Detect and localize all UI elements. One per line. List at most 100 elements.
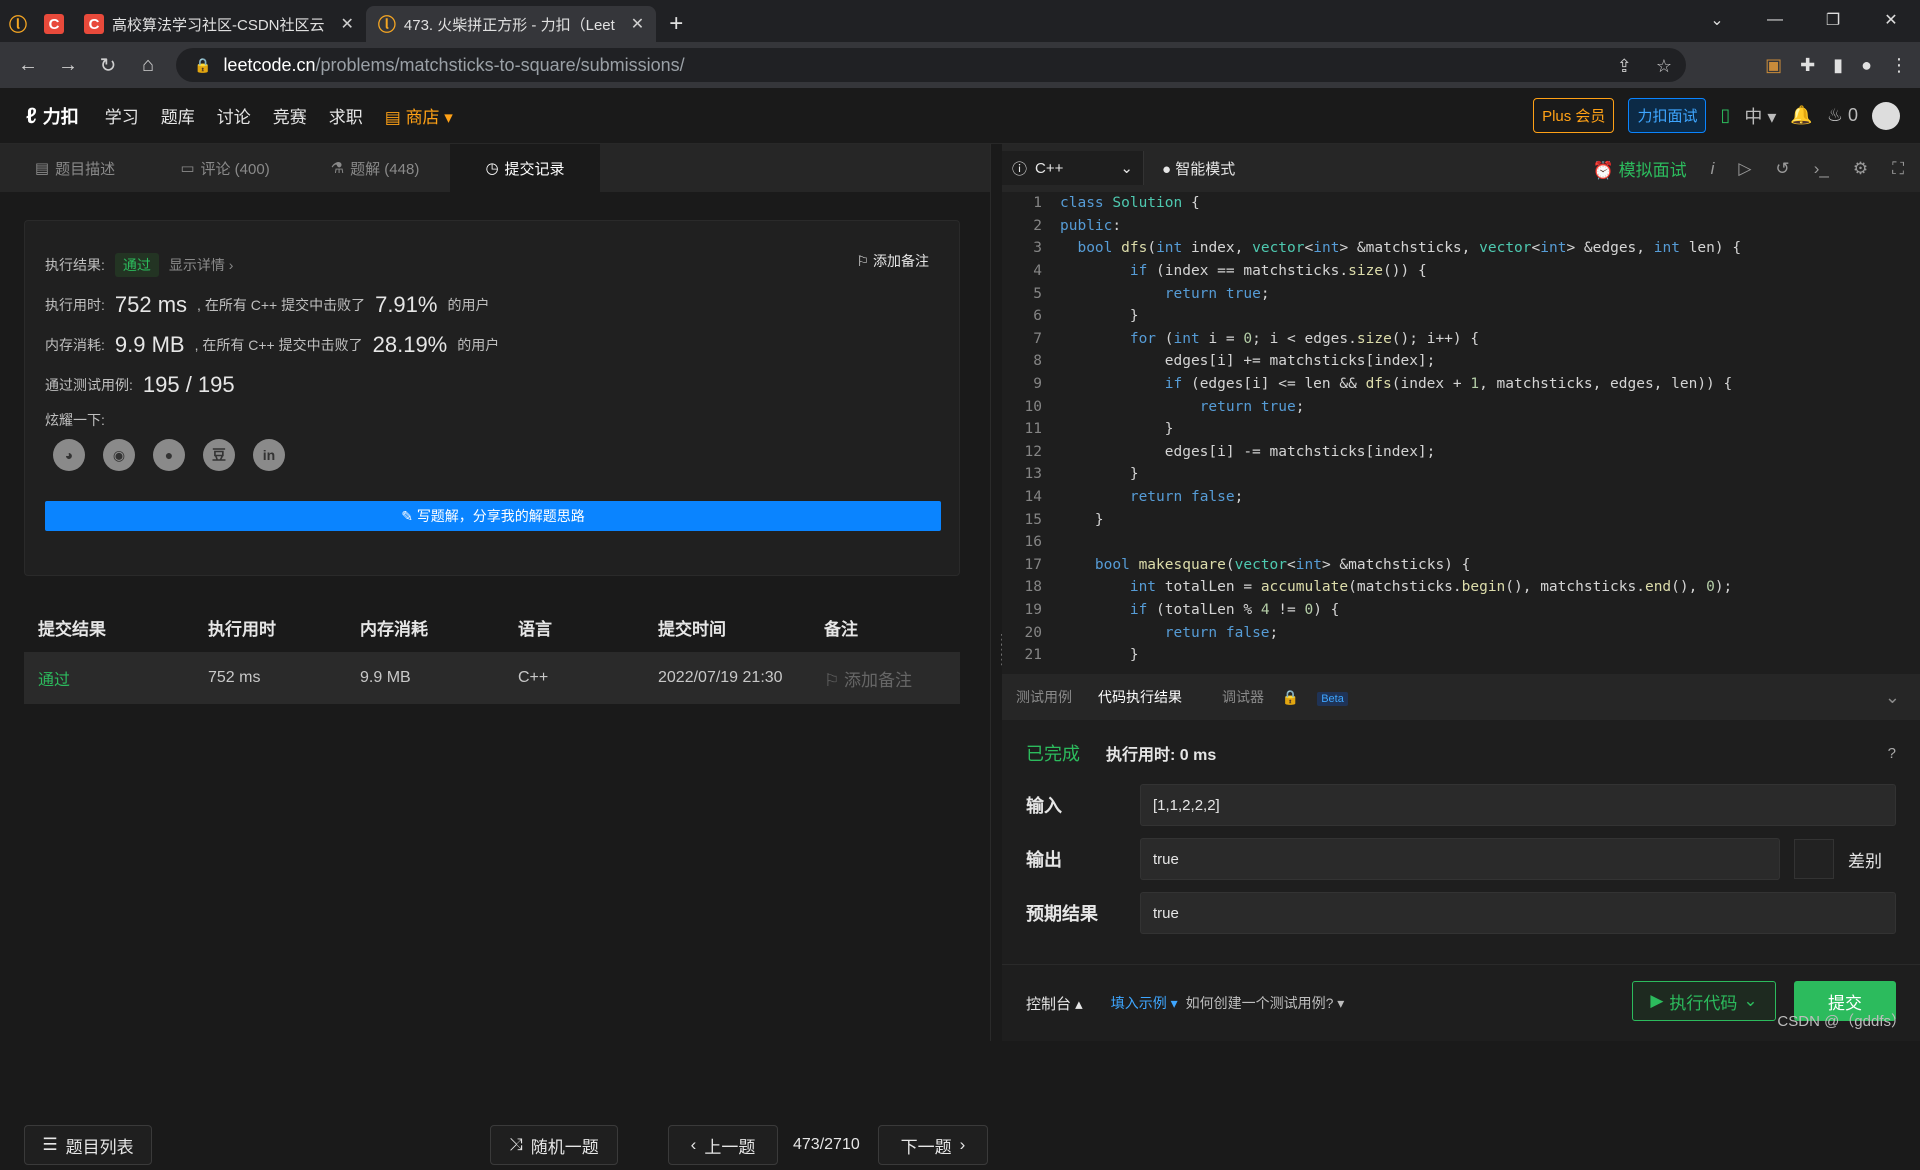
submission-result[interactable]: 通过 [24, 666, 208, 690]
interview-button[interactable]: 力扣面试 [1628, 98, 1707, 133]
terminal-icon[interactable]: ›_ [1814, 159, 1829, 179]
avatar[interactable] [1872, 101, 1900, 130]
nav-link-learn[interactable]: 学习 [105, 103, 139, 128]
mock-interview-button[interactable]: ⏰ 模拟面试 [1593, 156, 1687, 181]
code-line[interactable]: 18 int totalLen = accumulate(matchsticks… [1002, 576, 1920, 599]
bell-icon[interactable]: 🔔 [1790, 105, 1812, 126]
code-line[interactable]: 12 edges[i] -= matchsticks[index]; [1002, 441, 1920, 464]
chevron-down-icon[interactable]: ⌄ [1688, 10, 1746, 30]
code-line[interactable]: 14 return false; [1002, 486, 1920, 509]
close-window-button[interactable]: ✕ [1862, 10, 1920, 30]
write-solution-button[interactable]: ✎ 写题解，分享我的解题思路 [45, 501, 941, 531]
table-row[interactable]: 通过 752 ms 9.9 MB C++ 2022/07/19 21:30 ⚐ … [24, 652, 960, 704]
code-line[interactable]: 5 return true; [1002, 282, 1920, 305]
site-logo[interactable]: ℓ 力扣 [26, 103, 79, 129]
console-toggle[interactable]: 控制台 ▴ [1026, 993, 1083, 1014]
code-line[interactable]: 21 } [1002, 644, 1920, 667]
share-icon[interactable]: ⇪ [1617, 56, 1632, 77]
settings-icon[interactable]: ⚙ [1853, 159, 1868, 179]
qq-icon[interactable]: ● [153, 439, 185, 471]
linkedin-icon[interactable]: in [253, 439, 285, 471]
home-button[interactable]: ⌂ [128, 54, 168, 77]
close-icon[interactable]: ✕ [341, 14, 354, 34]
nav-link-store[interactable]: ▤ 商店 ▾ [385, 103, 453, 128]
code-line[interactable]: 7 for (int i = 0; i < edges.size(); i++)… [1002, 328, 1920, 351]
tab-description[interactable]: ▤ 题目描述 [0, 144, 150, 192]
italic-info-icon[interactable]: i [1711, 159, 1715, 179]
prev-problem-button[interactable]: ‹ 上一题 [668, 1125, 778, 1165]
code-line[interactable]: 2 public: [1002, 215, 1920, 238]
profile-icon[interactable]: ● [1861, 55, 1872, 76]
extension-avatar-icon[interactable]: ▣ [1765, 55, 1782, 76]
minimize-button[interactable]: — [1746, 11, 1804, 29]
reload-button[interactable]: ↻ [88, 53, 128, 78]
code-line[interactable]: 8 edges[i] += matchsticks[index]; [1002, 350, 1920, 373]
weibo-icon[interactable]: ◉ [103, 439, 135, 471]
smart-mode-toggle[interactable]: ● 智能模式 [1162, 158, 1235, 179]
plus-member-button[interactable]: Plus 会员 [1533, 98, 1615, 133]
code-editor[interactable]: 1 class Solution {2 public: 3 bool dfs(int … [1002, 192, 1920, 674]
code-line[interactable]: 13 } [1002, 463, 1920, 486]
language-switch[interactable]: 中 ▾ [1744, 103, 1776, 129]
new-tab-button[interactable]: + [656, 6, 696, 42]
wechat-icon[interactable]: ◕ [53, 439, 85, 471]
nav-link-jobs[interactable]: 求职 [329, 103, 363, 128]
restore-button[interactable]: ❐ [1804, 10, 1862, 30]
run-code-button[interactable]: ▶ 执行代码 ⌄ [1632, 981, 1776, 1021]
line-code: } [1060, 647, 1139, 664]
tab-comments[interactable]: ▭ 评论 (400) [150, 144, 300, 192]
tab-submissions[interactable]: ◷ 提交记录 [450, 144, 600, 192]
nav-link-problems[interactable]: 题库 [161, 103, 195, 128]
tab-title: 高校算法学习社区-CSDN社区云 [112, 16, 325, 34]
leetcode-pinned-tab[interactable]: ⓛ [0, 6, 36, 42]
tab-testcase[interactable]: 测试用例 [1016, 687, 1072, 707]
code-line[interactable]: 16 [1002, 531, 1920, 554]
diff-toggle[interactable] [1794, 839, 1834, 879]
next-problem-button[interactable]: 下一题 › [878, 1125, 988, 1165]
code-line[interactable]: 20 return false; [1002, 621, 1920, 644]
code-line[interactable]: 15 } [1002, 508, 1920, 531]
nav-link-discuss[interactable]: 讨论 [217, 103, 251, 128]
problem-list-button[interactable]: ☰ 题目列表 [24, 1125, 152, 1165]
panel-splitter[interactable]: ⋮⋮⋮ [990, 144, 1009, 1041]
code-line[interactable]: 17 bool makesquare(vector<int> &matchsti… [1002, 554, 1920, 577]
tab-run-result[interactable]: 代码执行结果 [1098, 687, 1182, 707]
collapse-icon[interactable]: ⌄ [1885, 687, 1900, 708]
code-line[interactable]: 3 bool dfs(int index, vector<int> &match… [1002, 237, 1920, 260]
tab-debugger[interactable]: 调试器 🔒 Beta [1208, 687, 1348, 707]
code-line[interactable]: 19 if (totalLen % 4 != 0) { [1002, 599, 1920, 622]
code-line[interactable]: 1 class Solution { [1002, 192, 1920, 215]
bookmark-star-icon[interactable]: ☆ [1656, 56, 1672, 77]
play-icon[interactable]: ▷ [1738, 159, 1751, 179]
help-icon[interactable]: ? [1888, 745, 1896, 762]
reset-icon[interactable]: ↺ [1775, 159, 1789, 179]
add-note-button[interactable]: ⚐ 添加备注 [857, 251, 929, 271]
sidepanel-icon[interactable]: ▮ [1833, 55, 1843, 76]
address-bar[interactable]: 🔒 leetcode.cn/problems/matchsticks-to-sq… [176, 48, 1686, 82]
submission-add-note[interactable]: ⚐ 添加备注 [824, 666, 960, 691]
tab-solutions[interactable]: ⚗ 题解 (448) [300, 144, 450, 192]
code-line[interactable]: 4 if (index == matchsticks.size()) { [1002, 260, 1920, 283]
menu-dots-icon[interactable]: ⋮ [1890, 55, 1908, 76]
fullscreen-icon[interactable]: ⛶ [1892, 159, 1904, 179]
code-line[interactable]: 11 } [1002, 418, 1920, 441]
language-select[interactable]: ⓘ C++ ⌄ [1002, 151, 1144, 185]
code-line[interactable]: 10 return true; [1002, 395, 1920, 418]
fill-example-link[interactable]: 填入示例 ▾ [1111, 993, 1178, 1013]
csdn-pinned-tab[interactable]: C [36, 6, 72, 42]
show-details-link[interactable]: 显示详情 › [169, 255, 234, 275]
code-line[interactable]: 6 } [1002, 305, 1920, 328]
forward-button[interactable]: → [48, 54, 88, 77]
back-button[interactable]: ← [8, 54, 48, 77]
how-to-testcase-link[interactable]: 如何创建一个测试用例? ▾ [1186, 993, 1345, 1013]
nav-link-contest[interactable]: 竞赛 [273, 103, 307, 128]
random-problem-button[interactable]: ⤨ 随机一题 [490, 1125, 618, 1165]
browser-tab-leetcode[interactable]: ⓛ 473. 火柴拼正方形 - 力扣（Leet ✕ [365, 6, 657, 42]
mobile-icon[interactable]: ▯ [1720, 105, 1730, 126]
browser-tab-csdn[interactable]: C 高校算法学习社区-CSDN社区云 ✕ [72, 6, 366, 42]
douban-icon[interactable]: 豆 [203, 439, 235, 471]
puzzle-icon[interactable]: ✚ [1800, 55, 1815, 76]
close-icon[interactable]: ✕ [631, 14, 644, 34]
streak-counter[interactable]: ♨ 0 [1827, 105, 1858, 126]
code-line[interactable]: 9 if (edges[i] <= len && dfs(index + 1, … [1002, 373, 1920, 396]
